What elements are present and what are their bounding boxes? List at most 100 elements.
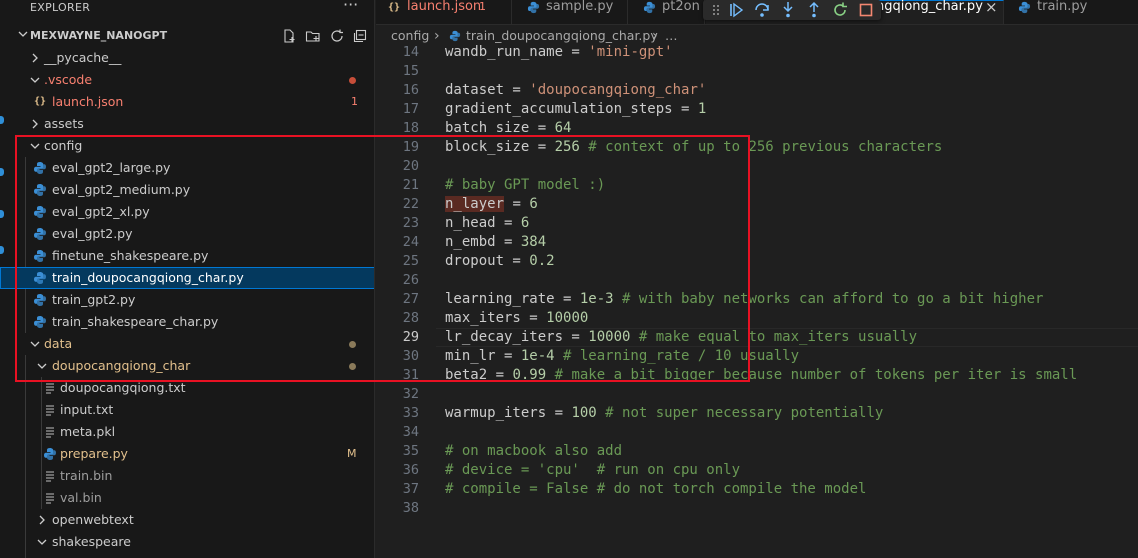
chevron-down-icon [30, 77, 40, 83]
tree-item-label: eval_gpt2_xl.py [52, 204, 150, 219]
code-token: min_lr = [445, 348, 521, 364]
code-line[interactable]: n_head = 6 [445, 214, 529, 233]
code-line[interactable]: warmup_iters = 100 # not super necessary… [445, 404, 883, 423]
step-over-icon[interactable] [753, 1, 771, 19]
tab-train-py[interactable]: train.py [1005, 0, 1138, 24]
tree-item-label: meta.pkl [60, 424, 116, 439]
code-line[interactable]: # on macbook also add [445, 442, 622, 461]
modified-dot [349, 363, 356, 370]
modified-dot [349, 341, 356, 348]
tree-item-label: doupocangqiong_char [52, 358, 191, 373]
tree-folder-pycache[interactable]: __pycache__ [0, 47, 374, 69]
tree-file-meta-pkl[interactable]: meta.pkl [0, 421, 374, 443]
tree-file-train-bin[interactable]: train.bin [0, 465, 374, 487]
tree-item-label: shakespeare [52, 534, 131, 549]
drag-handle-icon[interactable] [707, 1, 725, 19]
code-line[interactable]: batch_size = 64 [445, 119, 571, 138]
code-token: gradient_accumulation_steps = [445, 101, 698, 117]
code-token: dropout = [445, 253, 530, 269]
code-line[interactable]: wandb_run_name = 'mini-gpt' [445, 44, 673, 62]
tree-file-input-txt[interactable]: input.txt [0, 399, 374, 421]
code-line[interactable]: min_lr = 1e-4 # learning_rate / 10 usual… [445, 347, 799, 366]
code-token: # learning_rate / 10 usually [554, 348, 800, 364]
tree-file-train-doupocangqiong-char[interactable]: train_doupocangqiong_char.py [0, 267, 374, 289]
code-token: 1e-4 [520, 348, 555, 364]
breadcrumb-file[interactable]: train_doupocangqiong_char.py [466, 26, 658, 46]
more-actions-icon[interactable]: ··· [343, 0, 358, 14]
code-line[interactable]: block_size = 256 # context of up to 256 … [445, 138, 942, 157]
tree-folder-openwebtext[interactable]: openwebtext [0, 509, 374, 531]
code-line[interactable]: lr_decay_iters = 10000 # make equal to m… [445, 328, 917, 347]
line-number: 14 [402, 44, 419, 60]
tree-folder-doupocangqiong-char[interactable]: doupocangqiong_char [0, 355, 374, 377]
line-number: 19 [402, 139, 419, 155]
new-file-icon[interactable] [281, 28, 297, 44]
tree-item-label: launch.json [52, 94, 124, 109]
tree-file-eval-gpt2-large[interactable]: eval_gpt2_large.py [0, 157, 374, 179]
code-line[interactable]: max_iters = 10000 [445, 309, 588, 328]
line-number: 15 [402, 63, 419, 79]
line-number: 30 [402, 348, 419, 364]
json-icon: {} [388, 2, 401, 13]
tree-file-eval-gpt2-medium[interactable]: eval_gpt2_medium.py [0, 179, 374, 201]
code-token: learning_rate = [445, 291, 580, 307]
activity-marker [0, 210, 4, 218]
code-line[interactable]: dropout = 0.2 [445, 252, 555, 271]
tree-item-label: train.bin [60, 468, 113, 483]
tree-file-doupocangqiong-txt[interactable]: doupocangqiong.txt [0, 377, 374, 399]
tree-file-finetune-shakespeare[interactable]: finetune_shakespeare.py [0, 245, 374, 267]
collapse-all-icon[interactable] [352, 28, 368, 44]
tree-folder-assets[interactable]: assets [0, 113, 374, 135]
code-token: # on macbook also add [445, 443, 623, 459]
explorer-header: EXPLORER ··· [0, 0, 374, 22]
tree-file-prepare-py[interactable]: prepare.py M [0, 443, 374, 465]
tab-sample-py[interactable]: sample.py [513, 0, 628, 24]
tree-item-label: assets [44, 116, 84, 131]
new-folder-icon[interactable] [305, 28, 321, 44]
code-line[interactable]: n_embd = 384 [445, 233, 546, 252]
text-file-icon [46, 493, 54, 504]
stop-icon[interactable] [857, 1, 875, 19]
tab-label: launch.json [407, 0, 482, 14]
tree-file-train-shakespeare-char[interactable]: train_shakespeare_char.py [0, 311, 374, 333]
python-icon [34, 184, 46, 196]
tree-file-eval-gpt2[interactable]: eval_gpt2.py [0, 223, 374, 245]
breadcrumb-folder[interactable]: config [391, 26, 429, 46]
refresh-icon[interactable] [329, 28, 345, 44]
code-token: n_head = [445, 215, 521, 231]
code-line[interactable]: n_layer = 6 [445, 195, 538, 214]
line-number: 25 [402, 253, 419, 269]
step-out-icon[interactable] [805, 1, 823, 19]
tree-folder-shakespeare[interactable]: shakespeare [0, 531, 374, 553]
close-icon[interactable]: × [985, 0, 998, 17]
code-token: 0.99 [512, 367, 547, 383]
tree-folder-data[interactable]: data [0, 333, 374, 355]
code-line[interactable]: # compile = False # do not torch compile… [445, 480, 866, 499]
code-editor[interactable]: 14 wandb_run_name = 'mini-gpt' 15 16 dataset… [376, 44, 1138, 558]
tree-file-launch-json[interactable]: {} launch.json 1 [0, 91, 374, 113]
code-line[interactable]: # device = 'cpu' # run on cpu only [445, 461, 740, 480]
step-into-icon[interactable] [779, 1, 797, 19]
code-line[interactable]: # baby GPT model :) [445, 176, 605, 195]
code-line[interactable]: beta2 = 0.99 # make a bit bigger because… [445, 366, 1077, 385]
breadcrumb-separator: › [652, 28, 658, 44]
tree-file-val-bin[interactable]: val.bin [0, 487, 374, 509]
breadcrumb-more[interactable]: … [665, 26, 678, 46]
line-number: 24 [402, 234, 419, 250]
tree-file-train-gpt2[interactable]: train_gpt2.py [0, 289, 374, 311]
code-line[interactable]: gradient_accumulation_steps = 1 [445, 100, 706, 119]
code-line[interactable]: learning_rate = 1e-3 # with baby network… [445, 290, 1043, 309]
code-token: 10000 [588, 329, 631, 345]
tree-file-eval-gpt2-xl[interactable]: eval_gpt2_xl.py [0, 201, 374, 223]
python-icon [44, 448, 56, 460]
tree-folder-vscode[interactable]: .vscode [0, 69, 374, 91]
code-token: 256 [554, 139, 580, 155]
tab-pt2on[interactable]: pt2on [629, 0, 705, 24]
code-token: beta2 = [445, 367, 513, 383]
tree-folder-config[interactable]: config [0, 135, 374, 157]
code-line[interactable]: dataset = 'doupocangqiong_char' [445, 81, 706, 100]
project-header[interactable]: MEXWAYNE_NANOGPT [0, 25, 374, 47]
restart-icon[interactable] [831, 1, 849, 19]
continue-icon[interactable] [727, 1, 745, 19]
tab-launch-json[interactable]: {} launch.json 1 [376, 0, 512, 24]
